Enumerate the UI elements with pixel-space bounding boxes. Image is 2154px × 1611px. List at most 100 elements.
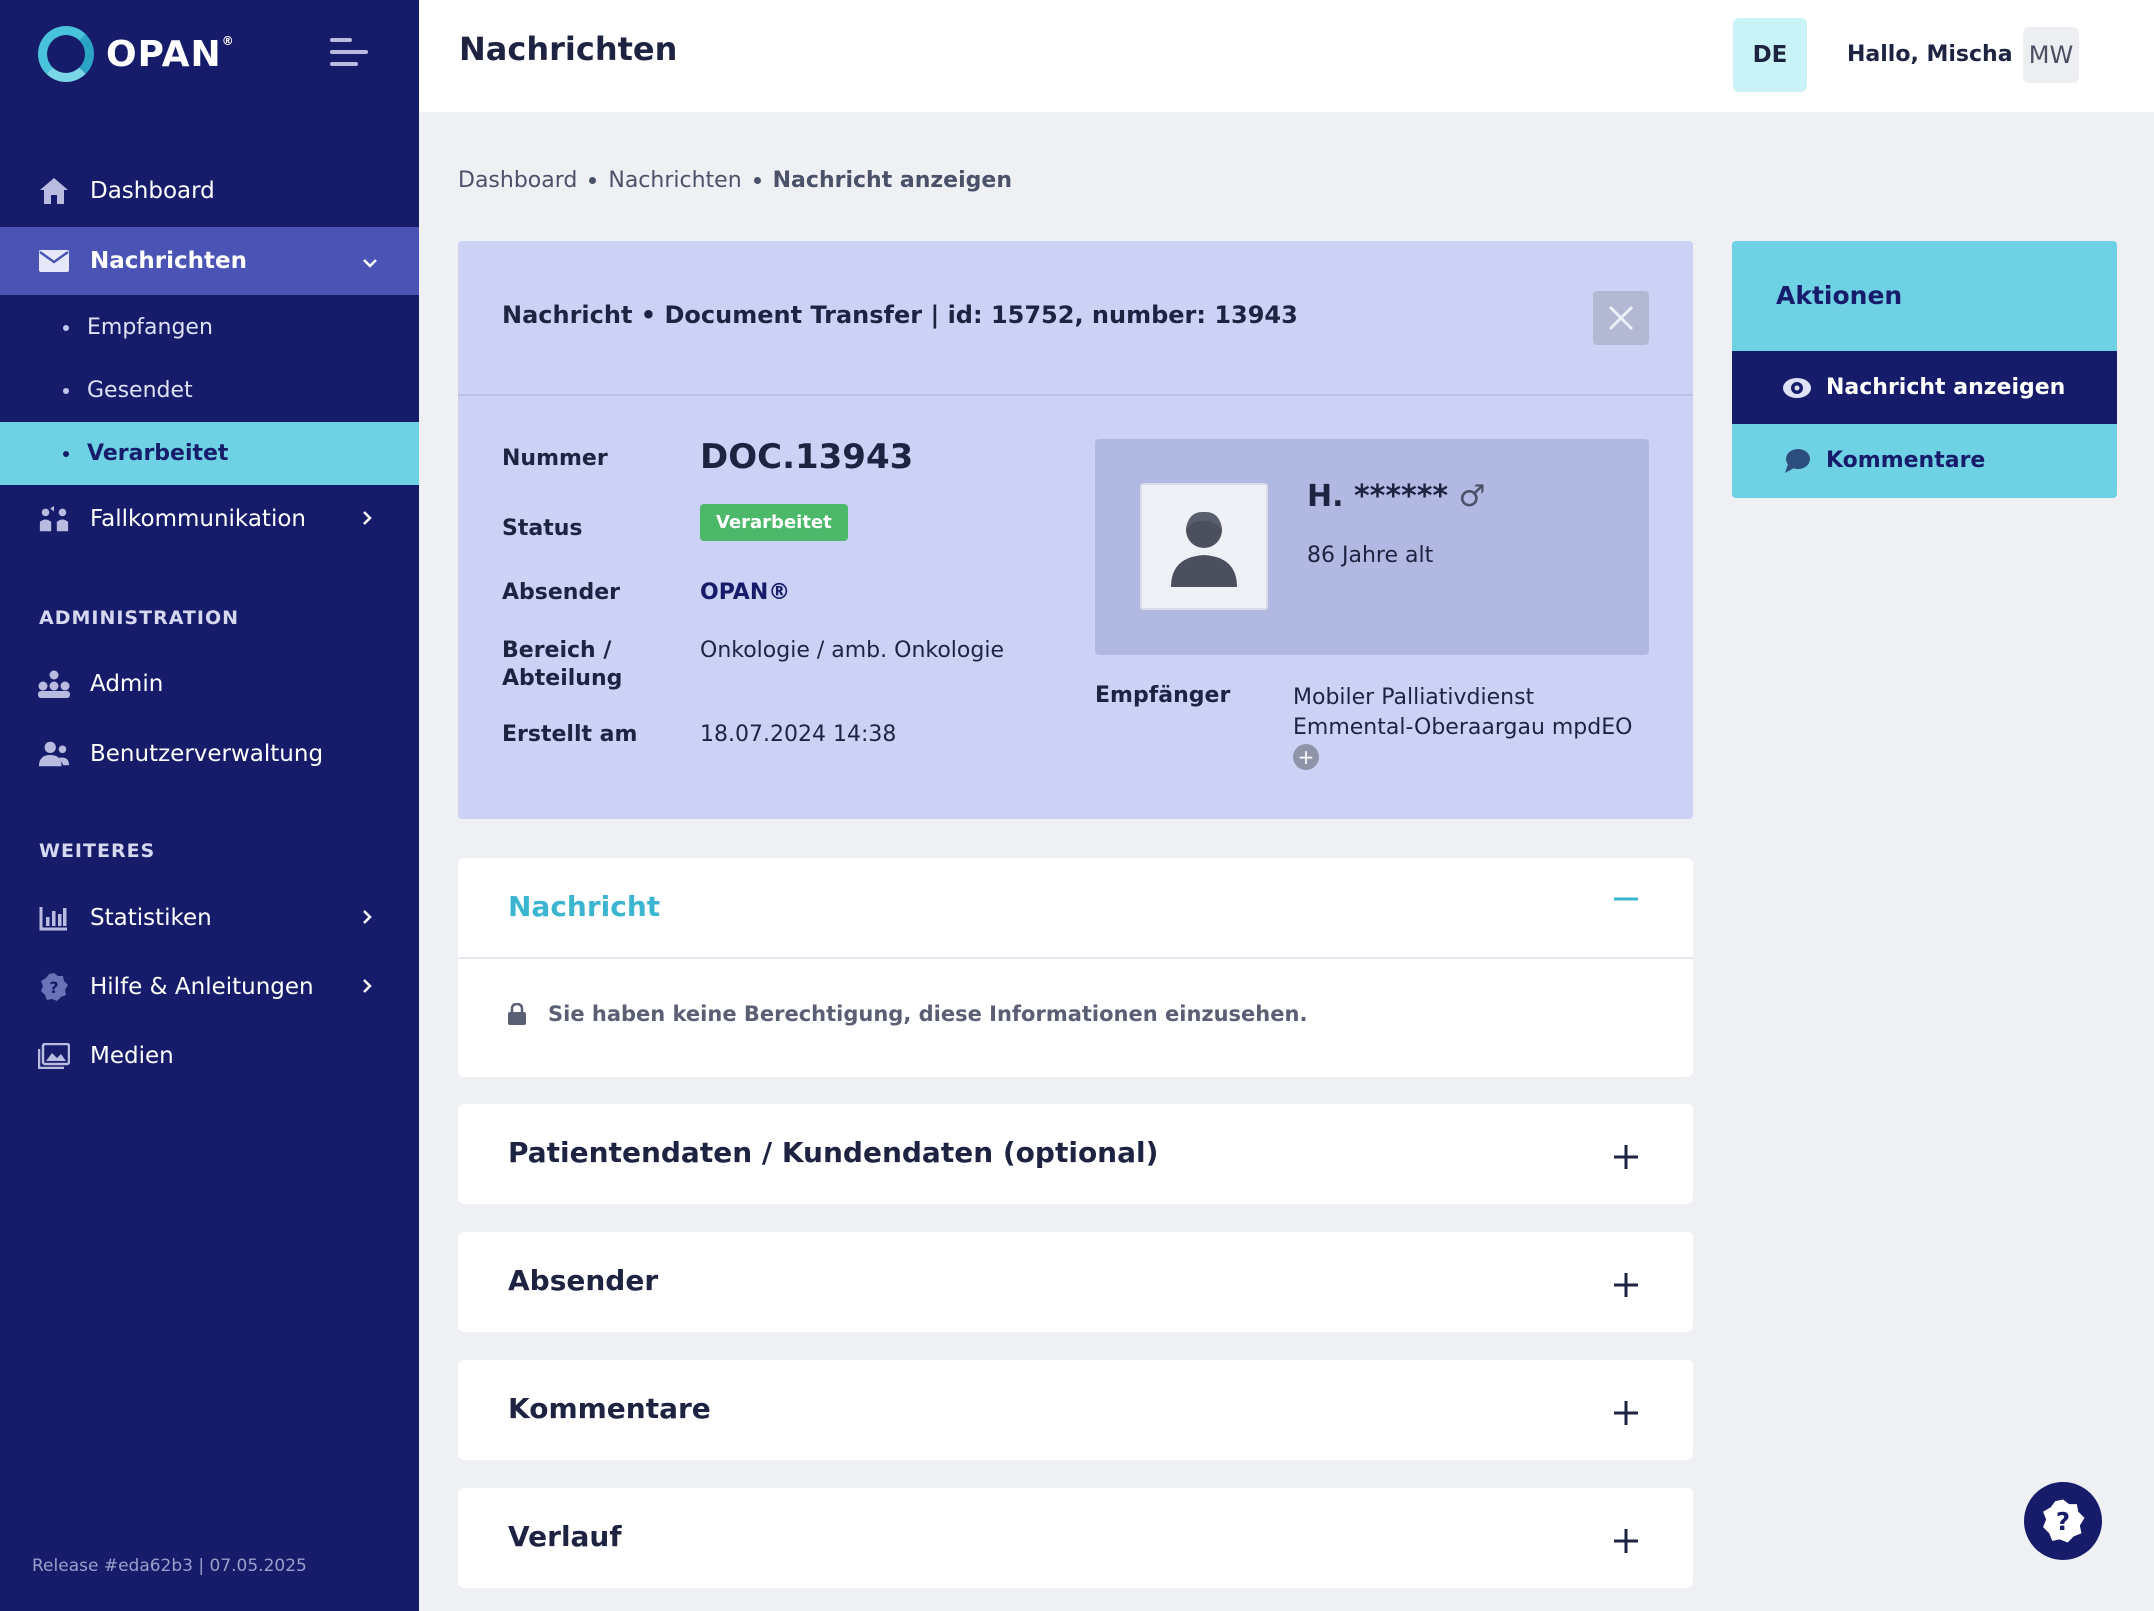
sidebar-item-label: Admin [90,671,164,697]
brand-name: OPAN [106,33,222,75]
area-label-line2: Abteilung [502,666,623,691]
accordion-title[interactable]: Absender [508,1264,658,1297]
sidebar-item-benutzerverwaltung[interactable]: Benutzerverwaltung [0,720,419,788]
patient-avatar [1140,483,1268,610]
no-permission-message: Sie haben keine Berechtigung, diese Info… [548,1002,1308,1026]
close-icon [1608,305,1634,331]
language-switcher[interactable]: DE [1733,18,1807,92]
expand-icon[interactable] [1613,1522,1639,1563]
release-info: Release #eda62b3 | 07.05.2025 [32,1556,307,1576]
accordion-divider [458,957,1693,959]
accordion-title[interactable]: Kommentare [508,1392,711,1425]
lock-icon [508,1003,526,1025]
logo-ring-icon [38,26,94,82]
breadcrumb: Dashboard Nachrichten Nachricht anzeigen [458,168,1012,193]
chevron-right-icon [362,975,372,1000]
accordion-nachricht: Nachricht Sie haben keine Berechtigung, … [458,858,1693,1077]
expand-icon[interactable] [1613,1394,1639,1435]
patient-card[interactable]: H. ****** ♂ 86 Jahre alt [1095,439,1649,655]
male-gender-icon: ♂ [1458,479,1486,514]
sidebar-subitem-label: Empfangen [87,315,213,340]
sidebar-item-fallkommunikation[interactable]: Fallkommunikation [0,485,419,553]
bullet-icon [63,324,69,331]
chevron-down-icon [362,249,378,274]
card-divider [458,394,1693,396]
accordion-absender[interactable]: Absender [458,1232,1693,1332]
sidebar-subitem-label: Gesendet [87,378,193,403]
expand-icon[interactable] [1613,1266,1639,1307]
help-badge-icon: ? [2043,1499,2085,1543]
sidebar-item-label: Fallkommunikation [90,506,306,532]
actions-panel: Aktionen Nachricht anzeigen Kommentare [1732,241,2117,498]
speech-bubble-icon [1782,446,1812,476]
sidebar-subitem-verarbeitet[interactable]: Verarbeitet [0,422,419,485]
section-heading-weiteres: WEITERES [39,840,156,862]
sidebar-item-label: Dashboard [90,178,215,204]
breadcrumb-separator [589,177,597,184]
created-label: Erstellt am [502,722,638,747]
area-value: Onkologie / amb. Onkologie [700,638,1004,663]
envelope-icon [38,245,70,277]
accordion-title[interactable]: Patientendaten / Kundendaten (optional) [508,1136,1158,1169]
chevron-right-icon [362,906,372,931]
breadcrumb-current: Nachricht anzeigen [772,168,1012,193]
sidebar-item-admin[interactable]: Admin [0,650,419,718]
collapse-icon[interactable] [1613,880,1639,921]
sidebar-item-label: Hilfe & Anleitungen [90,974,314,1000]
number-label: Nummer [502,446,608,471]
section-heading-administration: ADMINISTRATION [39,607,240,629]
page-title: Nachrichten [459,30,678,68]
accordion-verlauf[interactable]: Verlauf [458,1488,1693,1588]
accordion-kommentare[interactable]: Kommentare [458,1360,1693,1460]
close-button[interactable] [1593,291,1649,345]
accordion-title[interactable]: Verlauf [508,1520,622,1553]
help-button[interactable]: ? [2024,1482,2102,1560]
sidebar-item-medien[interactable]: Medien [0,1022,419,1090]
sender-link[interactable]: OPAN® [700,580,790,605]
patient-age: 86 Jahre alt [1307,543,1434,568]
org-chart-icon [38,668,70,700]
menu-toggle-icon[interactable] [330,38,368,70]
recipient-value: Mobiler Palliativdienst Emmental-Oberaar… [1293,685,1633,740]
sidebar-item-label: Nachrichten [90,248,247,274]
bullet-icon [63,387,69,394]
status-label: Status [502,516,583,541]
brand-mark: ® [221,33,235,48]
help-badge-icon: ? [38,971,70,1003]
bar-chart-icon [38,902,70,934]
sender-label: Absender [502,580,620,605]
expand-icon[interactable] [1613,1138,1639,1179]
sidebar-subitem-label: Verarbeitet [87,441,229,466]
action-comments[interactable]: Kommentare [1732,424,2117,497]
number-value: DOC.13943 [700,437,914,477]
opan-logo[interactable]: OPAN® [38,26,235,82]
recipient-label: Empfänger [1095,683,1231,708]
svg-text:?: ? [49,978,58,997]
home-icon [38,175,70,207]
action-label: Nachricht anzeigen [1826,375,2066,400]
sidebar-item-label: Medien [90,1043,174,1069]
users-icon [38,738,70,770]
user-greeting: Hallo, Mischa [1847,42,2013,67]
breadcrumb-dashboard[interactable]: Dashboard [458,168,577,193]
accordion-title[interactable]: Nachricht [508,890,660,923]
breadcrumb-nachrichten[interactable]: Nachrichten [608,168,741,193]
breadcrumb-separator [753,177,761,184]
sidebar-item-nachrichten[interactable]: Nachrichten [0,227,419,295]
action-view-message[interactable]: Nachricht anzeigen [1732,351,2117,424]
sidebar-subitem-empfangen[interactable]: Empfangen [0,296,419,359]
avatar[interactable]: MW [2023,27,2079,83]
message-info-card: Nachricht • Document Transfer | id: 1575… [458,241,1693,819]
sidebar-item-statistiken[interactable]: Statistiken [0,884,419,952]
accordion-patientendaten[interactable]: Patientendaten / Kundendaten (optional) [458,1104,1693,1204]
image-gallery-icon [38,1040,70,1072]
sidebar-item-hilfe[interactable]: ? Hilfe & Anleitungen [0,953,419,1021]
sidebar-subitem-gesendet[interactable]: Gesendet [0,359,419,422]
sidebar-item-label: Statistiken [90,905,212,931]
sidebar-item-label: Benutzerverwaltung [90,741,324,767]
sidebar-item-dashboard[interactable]: Dashboard [0,157,419,225]
bullet-icon [63,450,69,457]
expand-recipients-button[interactable]: + [1293,744,1319,770]
message-title: Nachricht • Document Transfer | id: 1575… [502,301,1298,329]
area-label-line1: Bereich / [502,638,612,663]
